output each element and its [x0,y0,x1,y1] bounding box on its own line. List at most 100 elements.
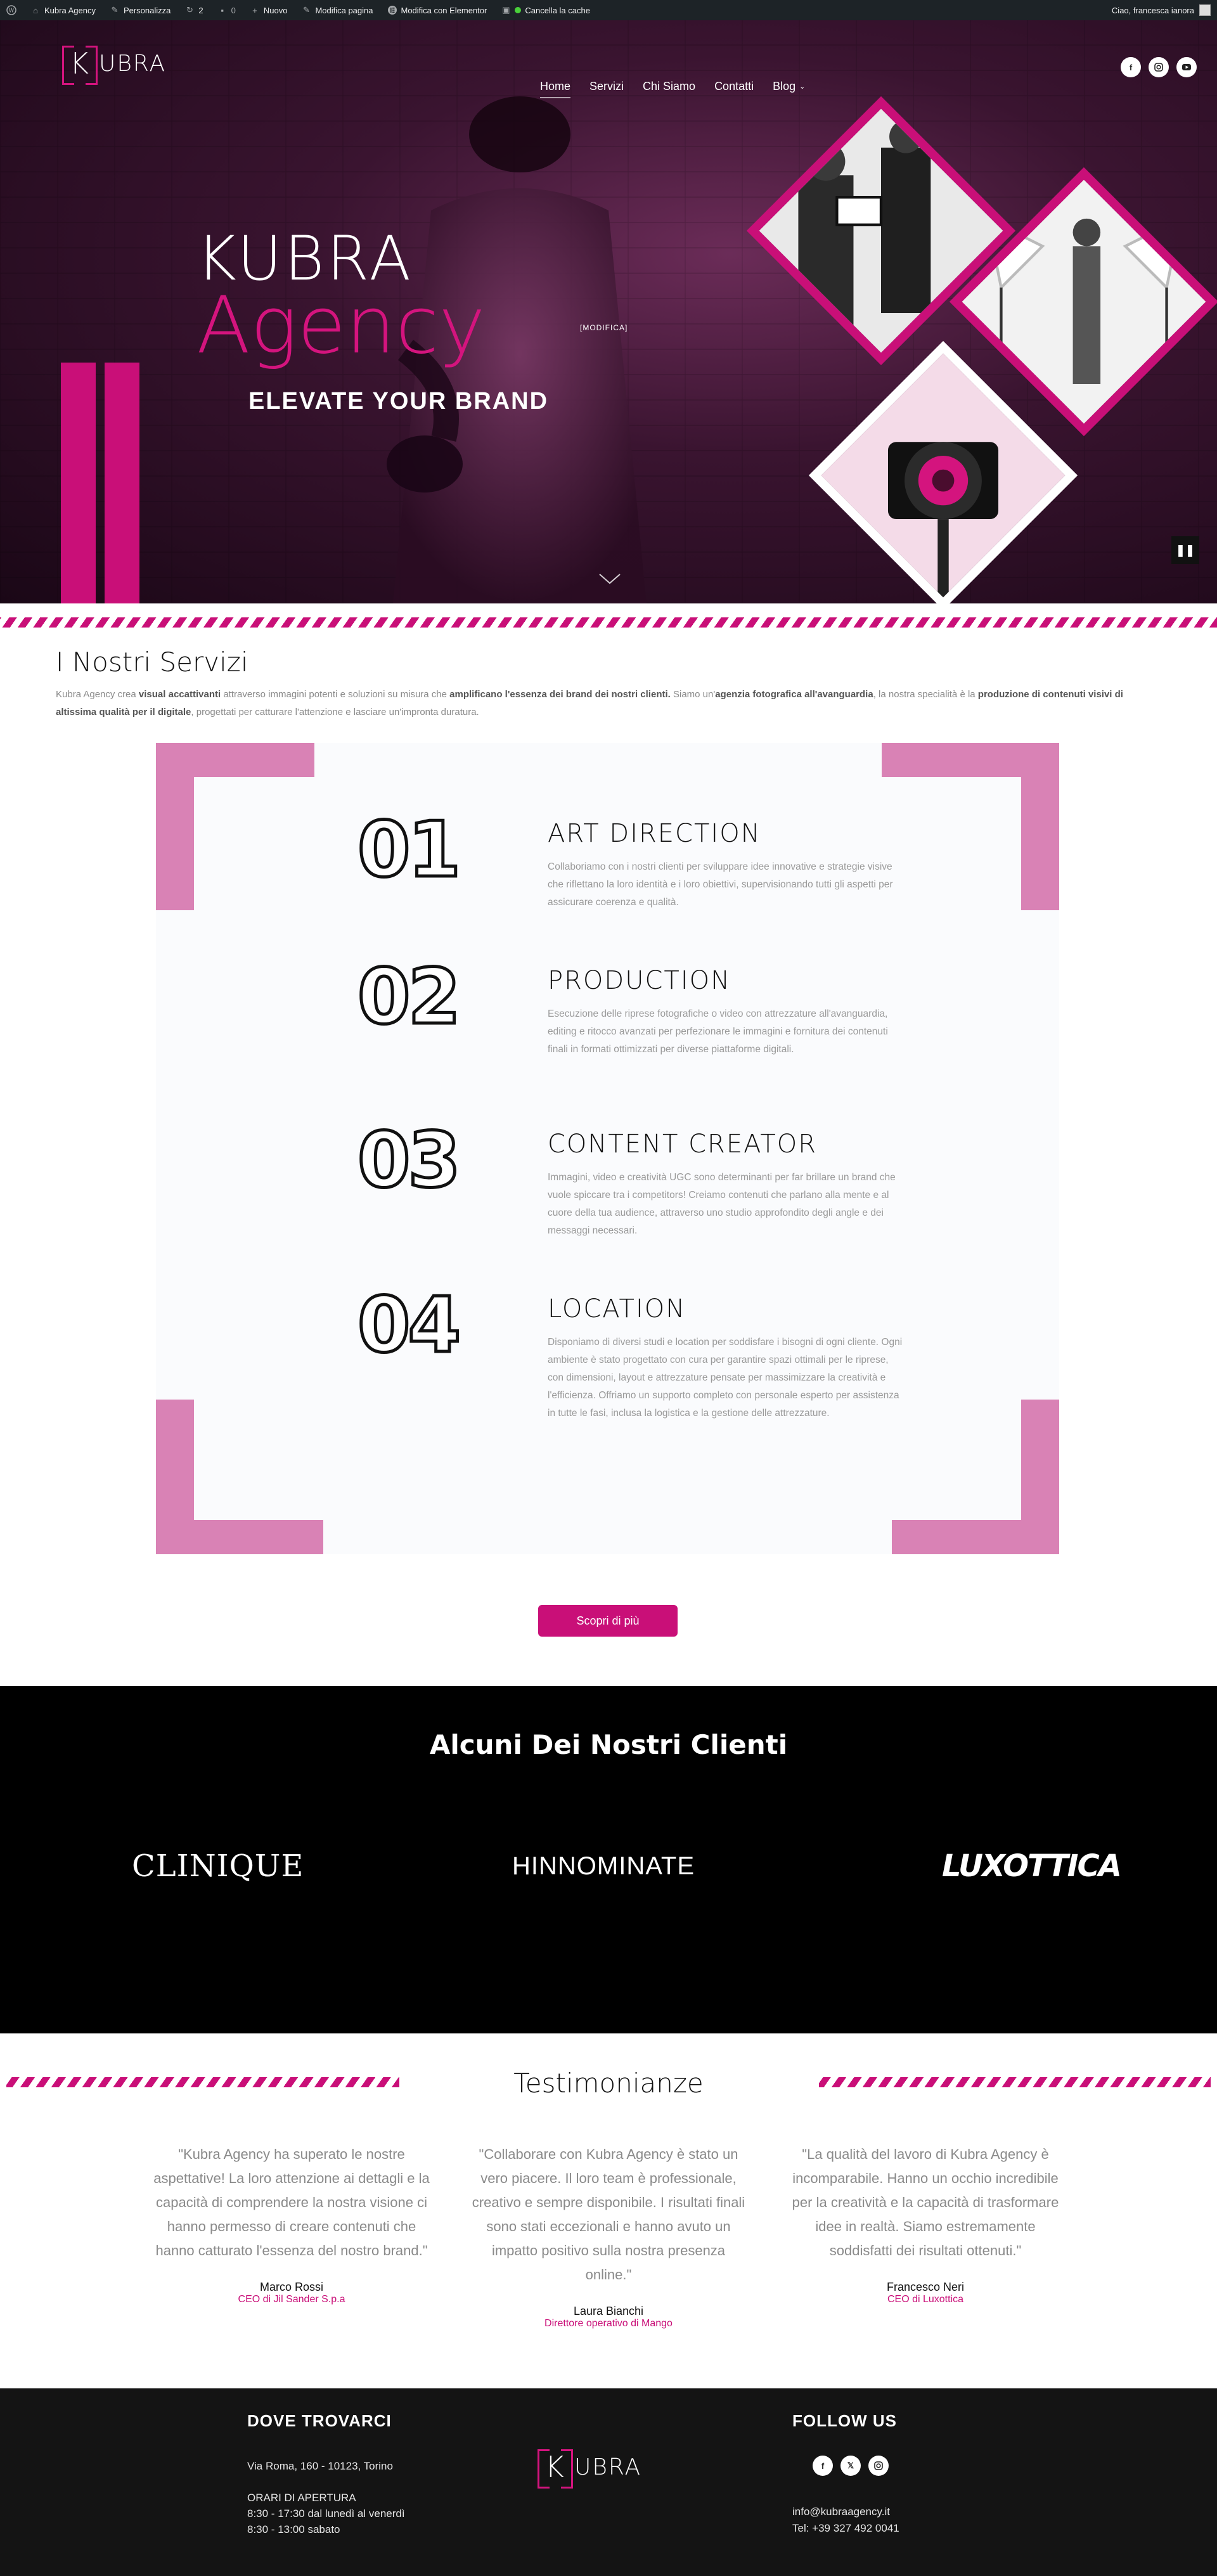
avatar [1199,4,1211,16]
header-social-links: f [1121,57,1197,77]
testimonial-name: Francesco Neri [886,2281,965,2293]
service-number: 02 [356,953,463,1041]
cache-icon: ▣ [502,5,510,15]
pencil-icon: ✎ [302,5,310,15]
clear-cache-label: Cancella la cache [525,5,590,15]
nav-item-contatti[interactable]: Contatti [714,80,754,98]
service-description: Esecuzione delle riprese fotografiche o … [548,1008,888,1055]
testimonials-title: Testimonianze [513,2068,704,2099]
corner-bracket [1021,743,1059,910]
instagram-icon[interactable] [868,2456,889,2476]
logo-wordmark: UBRA [99,50,167,77]
service-number: 03 [356,1117,463,1205]
intro-text: Kubra Agency crea [56,689,139,700]
footer-email[interactable]: info@kubraagency.it [792,2504,890,2520]
footer-address: Via Roma, 160 - 10123, Torino [247,2460,393,2472]
scroll-down-icon[interactable] [598,572,621,587]
nav-item-home[interactable]: Home [540,80,571,98]
client-logo-luxottica: LUXOTTICA [942,1848,1122,1884]
hero-decorative-bars [61,363,139,603]
footer-follow-title: FOLLOW US [792,2411,897,2430]
comments-link[interactable]: ▪ 0 [217,0,236,20]
service-title: ART DIRECTION [548,819,761,848]
service-number: 04 [356,1282,463,1370]
testimonial-name: Laura Bianchi [573,2305,644,2317]
services-title: I Nostri Servizi [56,647,248,678]
intro-text: , progettati per catturare l'attenzione … [191,707,479,718]
footer-hours-week: 8:30 - 17:30 dal lunedì al venerdì [247,2508,405,2520]
intro-bold: agenzia fotografica all'avanguardia [715,689,873,700]
facebook-icon[interactable]: f [1121,57,1141,77]
service-title: PRODUCTION [548,966,731,995]
instagram-icon[interactable] [1149,57,1169,77]
edit-elementor-label: Modifica con Elementor [401,5,487,15]
cache-menu[interactable]: ▣ Cancella la cache [501,0,590,20]
edit-elementor-link[interactable]: Modifica con Elementor [387,0,487,20]
client-logo-clinique: CLINIQUE [132,1848,304,1884]
testimonial-name: Marco Rossi [259,2281,324,2293]
service-description: Disponiamo di diversi studi e location p… [548,1337,903,1419]
service-description: Collaboriamo con i nostri clienti per sv… [548,861,893,908]
youtube-icon[interactable] [1176,57,1197,77]
elementor-icon [387,5,397,15]
service-number: 01 [356,806,463,894]
corner-bracket [1021,1400,1059,1554]
facebook-icon[interactable]: f [813,2456,833,2476]
nav-item-chi-siamo[interactable]: Chi Siamo [643,80,695,98]
x-icon[interactable]: 𝕏 [840,2456,861,2476]
site-name-label: Kubra Agency [44,5,96,15]
cache-status-dot [515,7,522,13]
brush-icon: ✎ [111,5,119,15]
logo-wordmark: UBRA [574,2454,642,2480]
chevron-down-icon: ⌄ [799,83,806,91]
site-logo[interactable]: K UBRA [62,46,167,85]
nav-blog-label: Blog [773,80,796,93]
discover-more-button[interactable]: Scopri di più [538,1605,678,1637]
decorative-stripe [0,617,1217,628]
services-panel: 01 ART DIRECTION Collaboriamo con i nost… [156,743,1059,1554]
corner-bracket [156,743,194,910]
testimonial-role: Direttore operativo di Mango [544,2318,673,2329]
testimonial-quote: "Kubra Agency ha superato le nostre aspe… [153,2146,430,2258]
footer-where-title: DOVE TROVARCI [247,2411,392,2430]
comments-count: 0 [231,5,236,15]
service-title: LOCATION [548,1294,686,1323]
site-footer: DOVE TROVARCI Via Roma, 160 - 10123, Tor… [0,2388,1217,2576]
service-title: CONTENT CREATOR [548,1130,818,1159]
new-label: Nuovo [263,5,288,15]
plus-icon: + [252,5,257,15]
services-intro: Kubra Agency crea visual accattivanti at… [56,686,1159,721]
logo-k-mark: K [538,2449,573,2489]
admin-bar: W ⌂ Kubra Agency ✎ Personalizza ↻ 2 ▪ 0 … [0,0,1217,20]
account-menu[interactable]: Ciao, francesca ianora [1112,4,1211,16]
main-nav: Home Servizi Chi Siamo Contatti Blog ⌄ [540,80,805,98]
hero-title-agency: Agency [196,280,486,371]
hero-subtitle: ELEVATE YOUR BRAND [248,388,549,415]
hero-edit-link[interactable]: [MODIFICA] [580,323,628,332]
nav-item-servizi[interactable]: Servizi [589,80,624,98]
edit-page-link[interactable]: ✎ Modifica pagina [301,0,373,20]
intro-bold: amplificano l'essenza dei brand dei nost… [449,689,671,700]
testimonial-card: "Kubra Agency ha superato le nostre aspe… [152,2142,431,2305]
clients-section: Alcuni Dei Nostri Clienti CLINIQUE HINNO… [0,1686,1217,2033]
testimonial-quote: "La qualità del lavoro di Kubra Agency è… [792,2146,1059,2258]
svg-text:W: W [8,8,15,15]
footer-hours-title: ORARI DI APERTURA [247,2492,356,2504]
wp-logo-menu[interactable]: W [6,0,16,20]
testimonial-role: CEO di Jil Sander S.p.a [238,2294,345,2305]
nav-item-blog[interactable]: Blog ⌄ [773,80,805,98]
intro-text: , la nostra specialità è la [873,689,978,700]
new-content-menu[interactable]: + Nuovo [250,0,288,20]
customize-link[interactable]: ✎ Personalizza [110,0,171,20]
site-name-menu[interactable]: ⌂ Kubra Agency [30,0,96,20]
footer-phone[interactable]: Tel: +39 327 492 0041 [792,2520,899,2536]
intro-text: attraverso immagini potenti e soluzioni … [221,689,450,700]
clients-title: Alcuni Dei Nostri Clienti [429,1729,788,1760]
comment-icon: ▪ [221,5,224,15]
footer-social-links: f 𝕏 [813,2456,889,2476]
pause-icon[interactable]: ❚❚ [1171,536,1199,564]
updates-count: 2 [198,5,203,15]
footer-logo[interactable]: K UBRA [538,2449,642,2489]
updates-link[interactable]: ↻ 2 [184,0,203,20]
hero-section: K UBRA Home Servizi Chi Siamo Contatti B… [0,20,1217,603]
